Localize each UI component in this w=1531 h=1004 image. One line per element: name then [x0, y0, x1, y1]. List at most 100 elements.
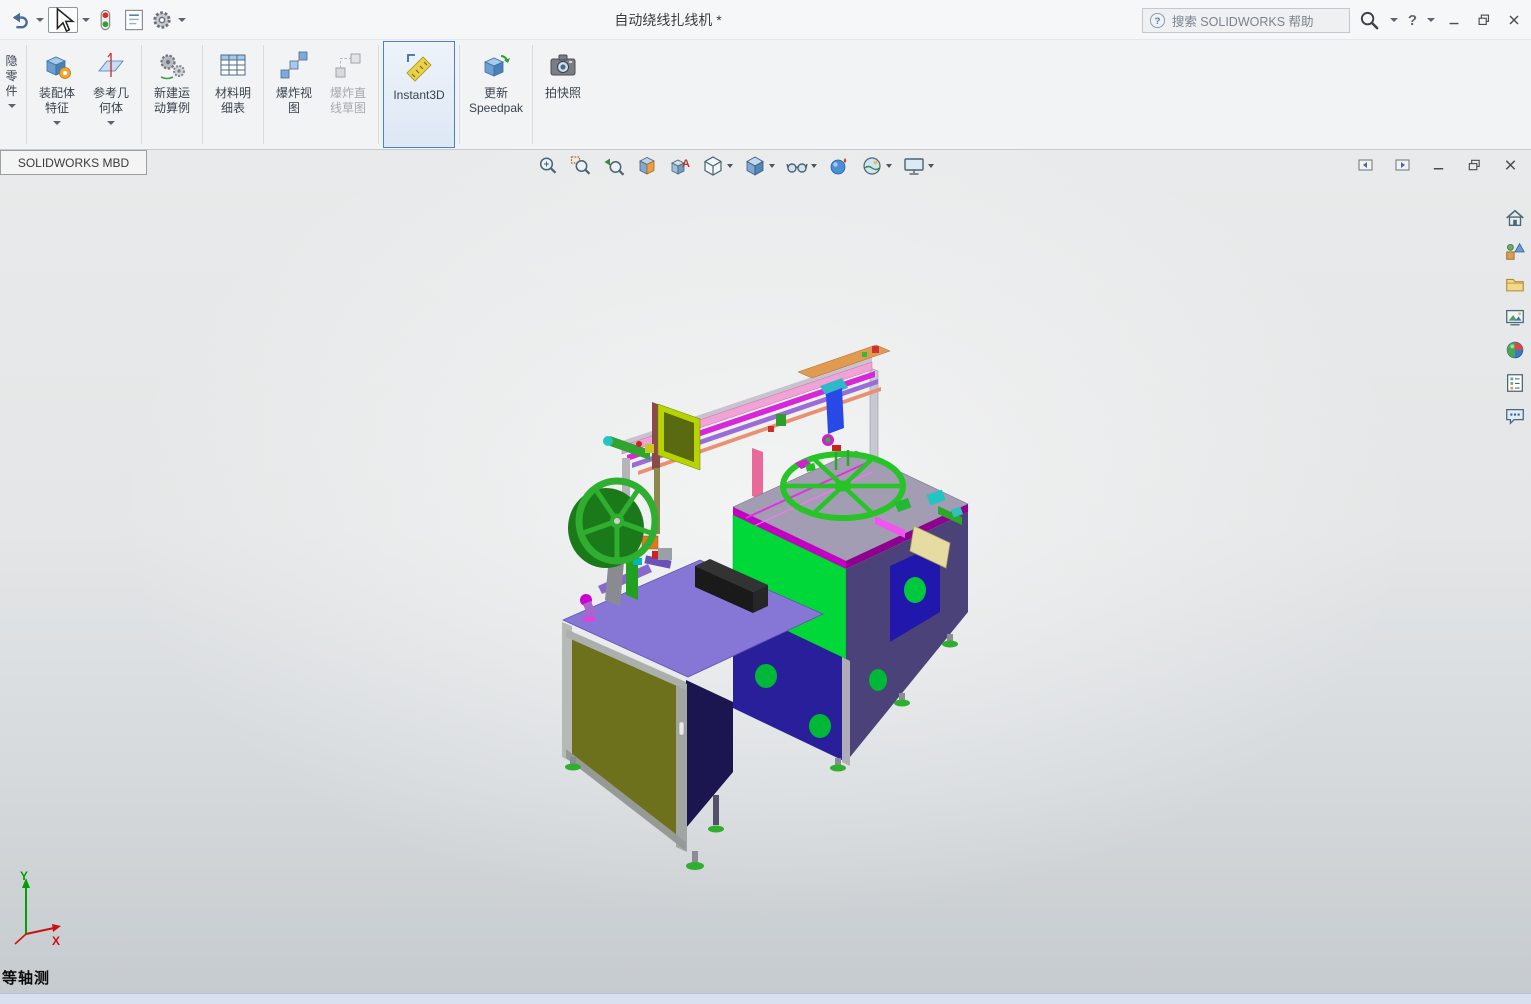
next-window-button[interactable] [1393, 157, 1411, 173]
previous-view-button[interactable] [602, 153, 626, 179]
ribbon-button-exploded-view[interactable]: 爆炸视 图 [267, 40, 321, 149]
section-view-icon [639, 157, 655, 175]
new-motion-study-icon [160, 54, 185, 80]
task-pane-home-button[interactable] [1502, 205, 1528, 231]
undo-button[interactable] [8, 7, 32, 33]
button-label: 零 [5, 69, 18, 83]
ribbon-toolbar: 隐 零 件 装配体 特征 参考几 何体 新建运 动算例 材料明 细表 爆炸视 图… [0, 40, 1531, 150]
document-properties-button[interactable] [122, 7, 146, 33]
solidworks-forums-button[interactable] [1502, 403, 1528, 429]
ribbon-separator [378, 45, 379, 144]
ribbon-button-new-motion-study[interactable]: 新建运 动算例 [145, 40, 199, 149]
quick-access-toolbar [0, 6, 186, 33]
ribbon-button-instant3d[interactable]: Instant3D [383, 41, 455, 148]
edit-appearance-button[interactable] [827, 153, 851, 179]
help-circle-icon: ? [1149, 12, 1165, 28]
close-icon [1509, 15, 1519, 25]
dropdown-caret [53, 121, 61, 125]
restore-button[interactable] [1473, 9, 1495, 31]
ribbon-button-bill-of-materials[interactable]: 材料明 细表 [206, 40, 260, 149]
previous-window-button[interactable] [1357, 157, 1375, 173]
button-label: 何体 [98, 101, 123, 115]
dropdown-caret [769, 164, 775, 168]
button-label: 参考几 [92, 86, 129, 100]
select-dropdown-caret[interactable] [82, 17, 90, 22]
help-dropdown-caret[interactable] [1427, 18, 1435, 22]
button-label: 特征 [44, 101, 69, 115]
task-pane [1502, 205, 1528, 429]
button-label: 更新 [483, 86, 508, 100]
document-properties-icon [125, 9, 143, 30]
annotation-views-button[interactable]: A [668, 153, 692, 179]
button-label: 拍快照 [544, 86, 581, 100]
help-button[interactable]: ? [1406, 12, 1419, 29]
hide-show-items-icon [786, 163, 808, 173]
tab-solidworks-mbd[interactable]: SOLIDWORKS MBD [0, 150, 147, 175]
button-label: 线草图 [329, 101, 366, 115]
options-button[interactable] [150, 7, 174, 33]
view-orientation-button[interactable] [701, 153, 734, 179]
folder-icon [1506, 278, 1524, 292]
close-document-button[interactable] [1501, 157, 1519, 173]
edit-appearance-icon [830, 158, 847, 175]
appearances-scenes-button[interactable] [1502, 337, 1528, 363]
ribbon-button-explode-line-sketch: 爆炸直 线草图 [321, 40, 375, 149]
button-label: 隐 [5, 54, 18, 68]
ribbon-separator [532, 45, 533, 144]
next-window-icon [1395, 159, 1410, 171]
apply-scene-button[interactable] [860, 153, 893, 179]
appearances-sphere-icon [1506, 341, 1524, 359]
button-label: 件 [5, 84, 18, 98]
ribbon-separator [26, 45, 27, 144]
ribbon-button-reference-geometry[interactable]: 参考几 何体 [84, 40, 138, 149]
view-settings-button[interactable] [902, 153, 935, 179]
instant3d-icon [406, 54, 432, 82]
view-orientation-icon [704, 156, 722, 176]
design-library-button[interactable] [1502, 238, 1528, 264]
section-view-button[interactable] [635, 153, 659, 179]
restore-document-button[interactable] [1465, 157, 1483, 173]
tab-label: SOLIDWORKS MBD [17, 155, 130, 170]
assembly-features-icon [46, 56, 71, 79]
search-input[interactable]: ? 搜索 SOLIDWORKS 帮助 [1141, 7, 1350, 33]
minimize-button[interactable] [1443, 9, 1465, 31]
zoom-to-area-button[interactable] [569, 153, 593, 179]
button-label: Instant3D [393, 88, 445, 102]
assembly-model-3d[interactable] [0, 150, 1531, 993]
undo-dropdown-caret[interactable] [36, 17, 44, 22]
selection-filter-button[interactable] [94, 7, 118, 33]
dropdown-caret [811, 164, 817, 168]
button-label: 动算例 [153, 101, 190, 115]
file-explorer-button[interactable] [1502, 271, 1528, 297]
update-speedpak-icon [484, 55, 510, 77]
ribbon-button-update-speedpak[interactable]: 更新 Speedpak [463, 40, 529, 149]
search-button[interactable] [1358, 7, 1382, 33]
restore-document-icon [1468, 159, 1480, 171]
dropdown-caret [928, 164, 934, 168]
ribbon-button-hide-components[interactable]: 隐 零 件 [0, 40, 23, 149]
ribbon-button-take-snapshot[interactable]: 拍快照 [536, 40, 590, 149]
beam-end-plate[interactable] [652, 402, 701, 534]
select-tool-button[interactable] [48, 6, 78, 33]
hide-show-items-button[interactable] [785, 153, 818, 179]
view-palette-button[interactable] [1502, 304, 1528, 330]
button-label: 爆炸直 [329, 86, 366, 100]
minimize-document-button[interactable] [1429, 157, 1447, 173]
zoom-to-fit-icon [539, 157, 557, 174]
button-label: 图 [287, 101, 300, 115]
close-button[interactable] [1503, 9, 1525, 31]
display-style-button[interactable] [743, 153, 776, 179]
ribbon-button-assembly-features[interactable]: 装配体 特征 [30, 40, 84, 149]
search-dropdown-caret[interactable] [1389, 18, 1398, 22]
button-label: 细表 [220, 101, 245, 115]
button-label: 装配体 [38, 86, 75, 100]
zoom-to-area-icon [570, 156, 591, 175]
display-style-icon [746, 156, 764, 176]
zoom-to-fit-button[interactable] [536, 153, 560, 179]
dropdown-caret [727, 164, 733, 168]
minimize-document-icon [1433, 168, 1443, 170]
restore-icon [1478, 14, 1490, 26]
custom-properties-button[interactable] [1502, 370, 1528, 396]
custom-properties-icon [1507, 374, 1523, 392]
options-dropdown-caret[interactable] [178, 17, 186, 22]
